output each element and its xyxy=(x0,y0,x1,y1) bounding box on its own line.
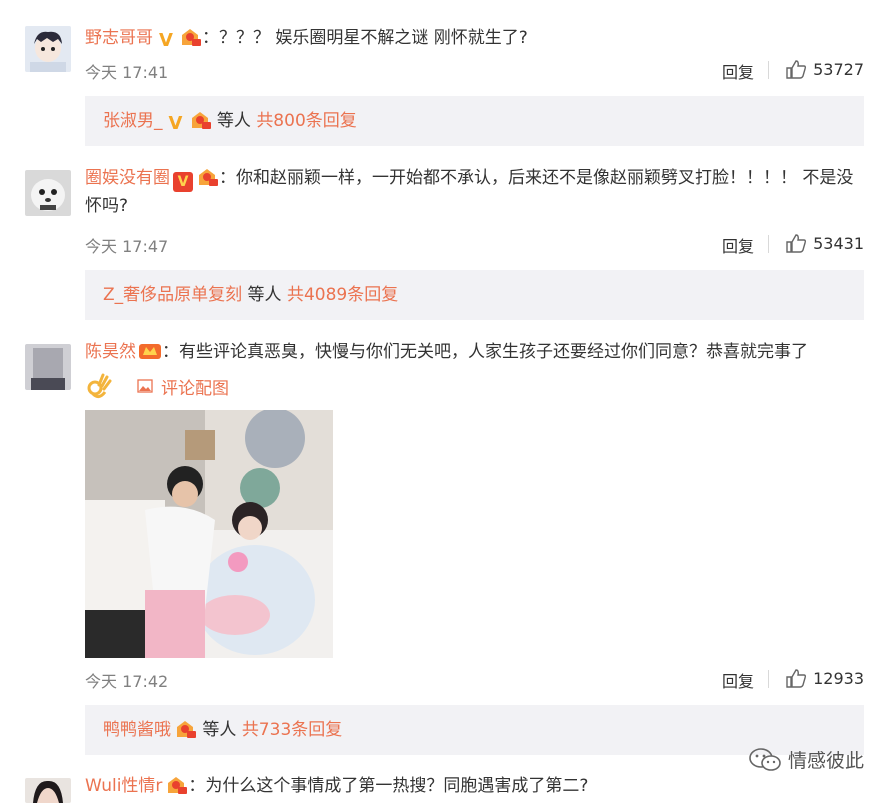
username-link[interactable]: Wuli性情r xyxy=(85,776,162,796)
sub-reply-user[interactable]: 鸭鸭酱哦 xyxy=(103,720,171,740)
sub-reply-mid: 等人 xyxy=(242,285,287,305)
sub-reply-mid: 等人 xyxy=(211,111,257,131)
sub-replies-box[interactable]: Z_奢侈品原单复刻 等人 共4089条回复 xyxy=(85,270,864,320)
divider xyxy=(768,670,769,688)
reply-button[interactable]: 回复 xyxy=(722,668,754,692)
like-count: 53727 xyxy=(813,59,864,79)
like-button[interactable]: 53727 xyxy=(785,59,864,79)
verified-v-icon: V xyxy=(159,30,173,51)
reply-button[interactable]: 回复 xyxy=(722,59,754,83)
wechat-watermark: 情感彼此 xyxy=(748,746,864,773)
username-link[interactable]: 陈昊然 xyxy=(85,342,136,362)
comment-attachment-row: 评论配图 xyxy=(85,372,229,400)
vip-badge-icon xyxy=(173,709,197,738)
like-count: 12933 xyxy=(813,668,864,688)
comment-image[interactable] xyxy=(85,410,333,658)
comment-text: 圈娱没有圈 V ：你和赵丽颖一样，一开始都不承认，后来还不是像赵丽颖劈叉打脸！！！！… xyxy=(85,164,866,220)
username-link[interactable]: 圈娱没有圈 xyxy=(85,168,170,188)
thumbs-up-icon xyxy=(786,60,807,79)
sub-reply-user[interactable]: 张淑男_ xyxy=(103,111,163,131)
like-count: 53431 xyxy=(813,233,864,253)
vip-badge-icon xyxy=(164,775,188,795)
avatar[interactable] xyxy=(25,778,71,803)
timestamp: 今天 17:42 xyxy=(85,672,169,691)
comment-body: ：有些评论真恶臭，快慢与你们无关吧，人家生孩子还要经过你们同意？恭喜就完事了 xyxy=(162,342,808,362)
comment-text: Wuli性情r ：为什么这个事情成了第一热搜？同胞遇害成了第二? xyxy=(85,772,864,800)
divider xyxy=(768,61,769,79)
comment-body: ：为什么这个事情成了第一热搜？同胞遇害成了第二? xyxy=(188,776,589,796)
comment-text: 野志哥哥 V ：？？？ 娱乐圈明星不解之谜 刚怀就生了? xyxy=(85,24,864,52)
sub-reply-count-link[interactable]: 共4089条回复 xyxy=(287,285,398,305)
comment-text: 陈昊然 ：有些评论真恶臭，快慢与你们无关吧，人家生孩子还要经过你们同意？恭喜就完事… xyxy=(85,338,864,366)
username-link[interactable]: 野志哥哥 xyxy=(85,28,153,48)
comment-image-link[interactable]: 评论配图 xyxy=(161,374,229,399)
avatar[interactable] xyxy=(25,26,71,72)
like-button[interactable]: 12933 xyxy=(785,668,864,688)
comment-meta: 今天 17:42 回复 12933 xyxy=(85,668,864,692)
like-button[interactable]: 53431 xyxy=(785,233,864,253)
sub-replies-box[interactable]: 张淑男_ V 等人 共800条回复 xyxy=(85,96,864,146)
avatar[interactable] xyxy=(25,344,71,390)
avatar[interactable] xyxy=(25,170,71,216)
verified-v-icon: V xyxy=(168,113,183,134)
sub-reply-count-link[interactable]: 共800条回复 xyxy=(256,111,356,131)
timestamp: 今天 17:41 xyxy=(85,63,169,82)
sub-reply-mid: 等人 xyxy=(197,720,242,740)
watermark-text: 情感彼此 xyxy=(787,750,864,772)
image-icon xyxy=(137,379,153,393)
comment-body: ：？？？ 娱乐圈明星不解之谜 刚怀就生了? xyxy=(202,28,528,48)
divider xyxy=(768,235,769,253)
wechat-logo-icon xyxy=(749,747,781,771)
comment-meta: 今天 17:41 回复 53727 xyxy=(85,59,864,83)
thumbs-up-icon xyxy=(786,669,807,688)
comment-meta: 今天 17:47 回复 53431 xyxy=(85,233,864,257)
vip-badge-icon xyxy=(188,100,212,129)
ok-hand-emoji-icon xyxy=(87,373,112,399)
reply-button[interactable]: 回复 xyxy=(722,233,754,257)
sub-reply-user[interactable]: Z_奢侈品原单复刻 xyxy=(103,285,242,305)
timestamp: 今天 17:47 xyxy=(85,237,169,256)
vip-badge-icon xyxy=(138,341,162,361)
sub-reply-count-link[interactable]: 共733条回复 xyxy=(242,720,342,740)
verified-v-icon: V xyxy=(173,172,193,192)
vip-badge-icon xyxy=(195,167,219,187)
thumbs-up-icon xyxy=(786,234,807,253)
vip-badge-icon xyxy=(178,27,202,47)
